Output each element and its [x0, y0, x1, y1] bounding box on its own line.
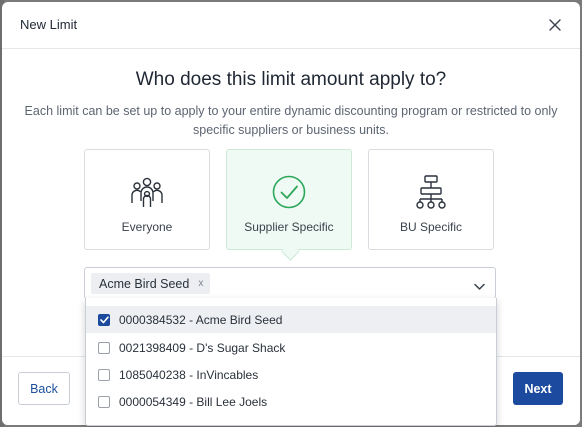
- option-card-everyone[interactable]: Everyone: [84, 149, 210, 250]
- check-circle-icon: [272, 175, 306, 209]
- checkbox[interactable]: [98, 368, 110, 381]
- org-chart-icon: [416, 175, 446, 209]
- people-group-icon: [131, 177, 163, 207]
- close-button[interactable]: [544, 14, 566, 36]
- next-button[interactable]: Next: [513, 372, 563, 405]
- dropdown-option-label: 0000384532 - Acme Bird Seed: [119, 312, 283, 327]
- dropdown-option[interactable]: 1085040238 - InVincables: [86, 361, 496, 388]
- checkmark-icon: [99, 315, 109, 323]
- tag-remove-button[interactable]: x: [198, 278, 203, 289]
- selected-supplier-tag: Acme Bird Seed x: [91, 273, 211, 294]
- checkbox-checked[interactable]: [98, 313, 110, 326]
- dropdown-toggle[interactable]: [474, 278, 485, 296]
- chevron-down-icon: [474, 283, 485, 290]
- supplier-multiselect[interactable]: Acme Bird Seed x: [84, 267, 496, 299]
- dropdown-option-label: 0000054349 - Bill Lee Joels: [119, 394, 268, 409]
- checkbox[interactable]: [98, 395, 110, 408]
- supplier-dropdown-list: 0000384532 - Acme Bird Seed 0021398409 -…: [85, 298, 497, 426]
- option-label-bu-specific: BU Specific: [399, 220, 463, 234]
- close-icon: [549, 19, 561, 31]
- back-button[interactable]: Back: [18, 372, 70, 405]
- modal-title: New Limit: [20, 17, 78, 32]
- option-card-supplier-specific[interactable]: Supplier Specific: [226, 149, 352, 250]
- question-description: Each limit can be set up to apply to you…: [24, 104, 558, 137]
- dropdown-option-label: 0021398409 - D's Sugar Shack: [119, 340, 286, 355]
- dropdown-option[interactable]: 0000384532 - Acme Bird Seed: [86, 306, 496, 333]
- option-label-supplier-specific: Supplier Specific: [244, 220, 334, 234]
- option-card-bu-specific[interactable]: BU Specific: [368, 149, 494, 250]
- checkbox[interactable]: [98, 341, 110, 354]
- dropdown-option[interactable]: 0021398409 - D's Sugar Shack: [86, 334, 496, 361]
- option-label-everyone: Everyone: [121, 220, 173, 234]
- modal-header: New Limit: [2, 2, 580, 49]
- tag-label: Acme Bird Seed: [99, 276, 190, 291]
- dropdown-option-label: 1085040238 - InVincables: [119, 367, 259, 382]
- dropdown-option[interactable]: 0000054349 - Bill Lee Joels: [86, 388, 496, 415]
- question-heading: Who does this limit amount apply to?: [135, 69, 447, 90]
